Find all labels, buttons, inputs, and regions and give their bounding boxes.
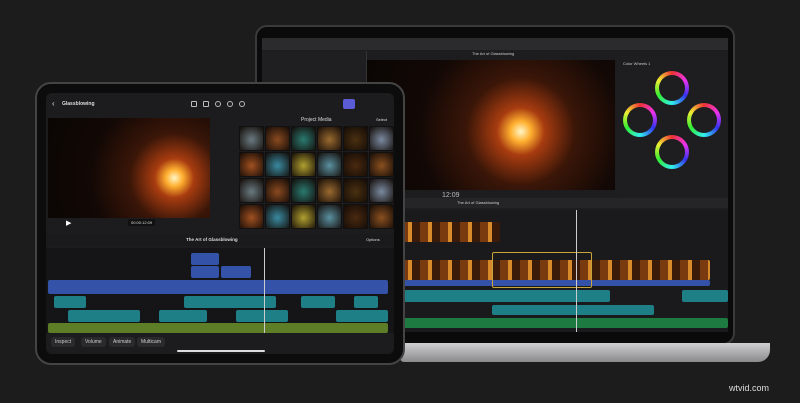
play-icon[interactable] (227, 101, 233, 107)
media-thumbnail[interactable] (317, 126, 342, 151)
media-thumbnail[interactable] (291, 178, 316, 203)
ipad-timecode: 00:00:12:09 (128, 219, 156, 226)
clip[interactable] (682, 290, 728, 302)
media-thumbnail[interactable] (265, 178, 290, 203)
export-icon[interactable] (239, 101, 245, 107)
inspect-button[interactable]: Inspect (51, 337, 76, 347)
ipad-top-bar: ‹ Glassblowing (46, 98, 394, 112)
media-thumbnail[interactable] (369, 178, 394, 203)
media-thumbnail[interactable] (291, 204, 316, 229)
media-thumbnail[interactable] (369, 204, 394, 229)
ipad: ‹ Glassblowing ▶ 00:00:12:09 Project Med… (35, 82, 405, 365)
clip[interactable] (191, 253, 219, 265)
media-browser-button[interactable] (343, 99, 355, 109)
media-thumbnail[interactable] (369, 152, 394, 177)
ipad-timeline[interactable] (46, 248, 394, 333)
media-grid[interactable] (239, 126, 394, 232)
media-thumbnail[interactable] (343, 178, 368, 203)
multicam-button[interactable]: Multicam (137, 337, 166, 347)
media-thumbnail[interactable] (265, 204, 290, 229)
clip-row[interactable] (48, 280, 388, 294)
playhead[interactable] (576, 210, 577, 332)
clip[interactable] (400, 290, 610, 302)
media-thumbnail[interactable] (343, 204, 368, 229)
color-wheel-global[interactable] (655, 71, 689, 105)
macbook-base (400, 343, 770, 362)
media-thumbnail[interactable] (239, 126, 264, 151)
media-thumbnail[interactable] (317, 178, 342, 203)
animate-button[interactable]: Animate (109, 337, 136, 347)
color-wheel-shadows[interactable] (623, 103, 657, 137)
media-thumbnail[interactable] (265, 126, 290, 151)
media-thumbnail[interactable] (369, 126, 394, 151)
options-menu[interactable]: Options (366, 237, 380, 242)
media-thumbnail[interactable] (291, 152, 316, 177)
mac-viewer-title: The Art of Glassblowing (472, 51, 515, 56)
clip[interactable] (336, 310, 388, 322)
project-name: Glassblowing (62, 101, 95, 107)
media-thumbnail[interactable] (343, 152, 368, 177)
color-wheel-highlights[interactable] (687, 103, 721, 137)
clip[interactable] (184, 296, 276, 308)
mac-timeline-title: The Art of Glassblowing (457, 200, 500, 205)
media-thumbnail[interactable] (291, 126, 316, 151)
media-thumbnail[interactable] (239, 178, 264, 203)
clip[interactable] (301, 296, 335, 308)
media-thumbnail[interactable] (239, 204, 264, 229)
media-thumbnail[interactable] (317, 204, 342, 229)
clip[interactable] (492, 305, 654, 315)
music-clip[interactable] (48, 323, 388, 333)
ipad-timeline-header: The Art of Glassblowing Options (46, 234, 394, 246)
ipad-viewer (48, 118, 210, 218)
clip[interactable] (68, 310, 140, 322)
mac-inspector: Color Wheels 1 (617, 51, 728, 201)
clip[interactable] (221, 266, 251, 278)
mic-icon[interactable] (215, 101, 221, 107)
clip[interactable] (54, 296, 86, 308)
share-icon[interactable] (191, 101, 197, 107)
clip[interactable] (159, 310, 207, 322)
ipad-bottom-toolbar: Inspect Volume Animate Multicam (46, 337, 394, 349)
clip[interactable] (354, 296, 378, 308)
volume-button[interactable]: Volume (81, 337, 106, 347)
select-button[interactable]: Select (376, 117, 387, 122)
ipad-transport: ▶ 00:00:12:09 (48, 218, 234, 230)
ipad-screen: ‹ Glassblowing ▶ 00:00:12:09 Project Med… (46, 93, 394, 354)
media-thumbnail[interactable] (317, 152, 342, 177)
mac-toolbar (262, 38, 728, 50)
back-icon[interactable]: ‹ (52, 99, 55, 108)
ipad-timeline-title: The Art of Glassblowing (186, 237, 238, 242)
camera-icon[interactable] (203, 101, 209, 107)
home-indicator (177, 350, 265, 352)
play-button[interactable]: ▶ (66, 219, 71, 227)
media-thumbnail[interactable] (239, 152, 264, 177)
media-thumbnail[interactable] (343, 126, 368, 151)
music-clip[interactable] (400, 318, 728, 328)
selected-clip[interactable] (492, 252, 592, 288)
clip[interactable] (236, 310, 288, 322)
watermark: wtvid.com (729, 383, 770, 393)
inspector-title: Color Wheels 1 (623, 61, 651, 66)
media-thumbnail[interactable] (265, 152, 290, 177)
color-wheel-midtones[interactable] (655, 135, 689, 169)
clip[interactable] (191, 266, 219, 278)
playhead[interactable] (264, 248, 265, 333)
project-media-title: Project Media (301, 117, 332, 123)
clip[interactable] (400, 222, 500, 242)
